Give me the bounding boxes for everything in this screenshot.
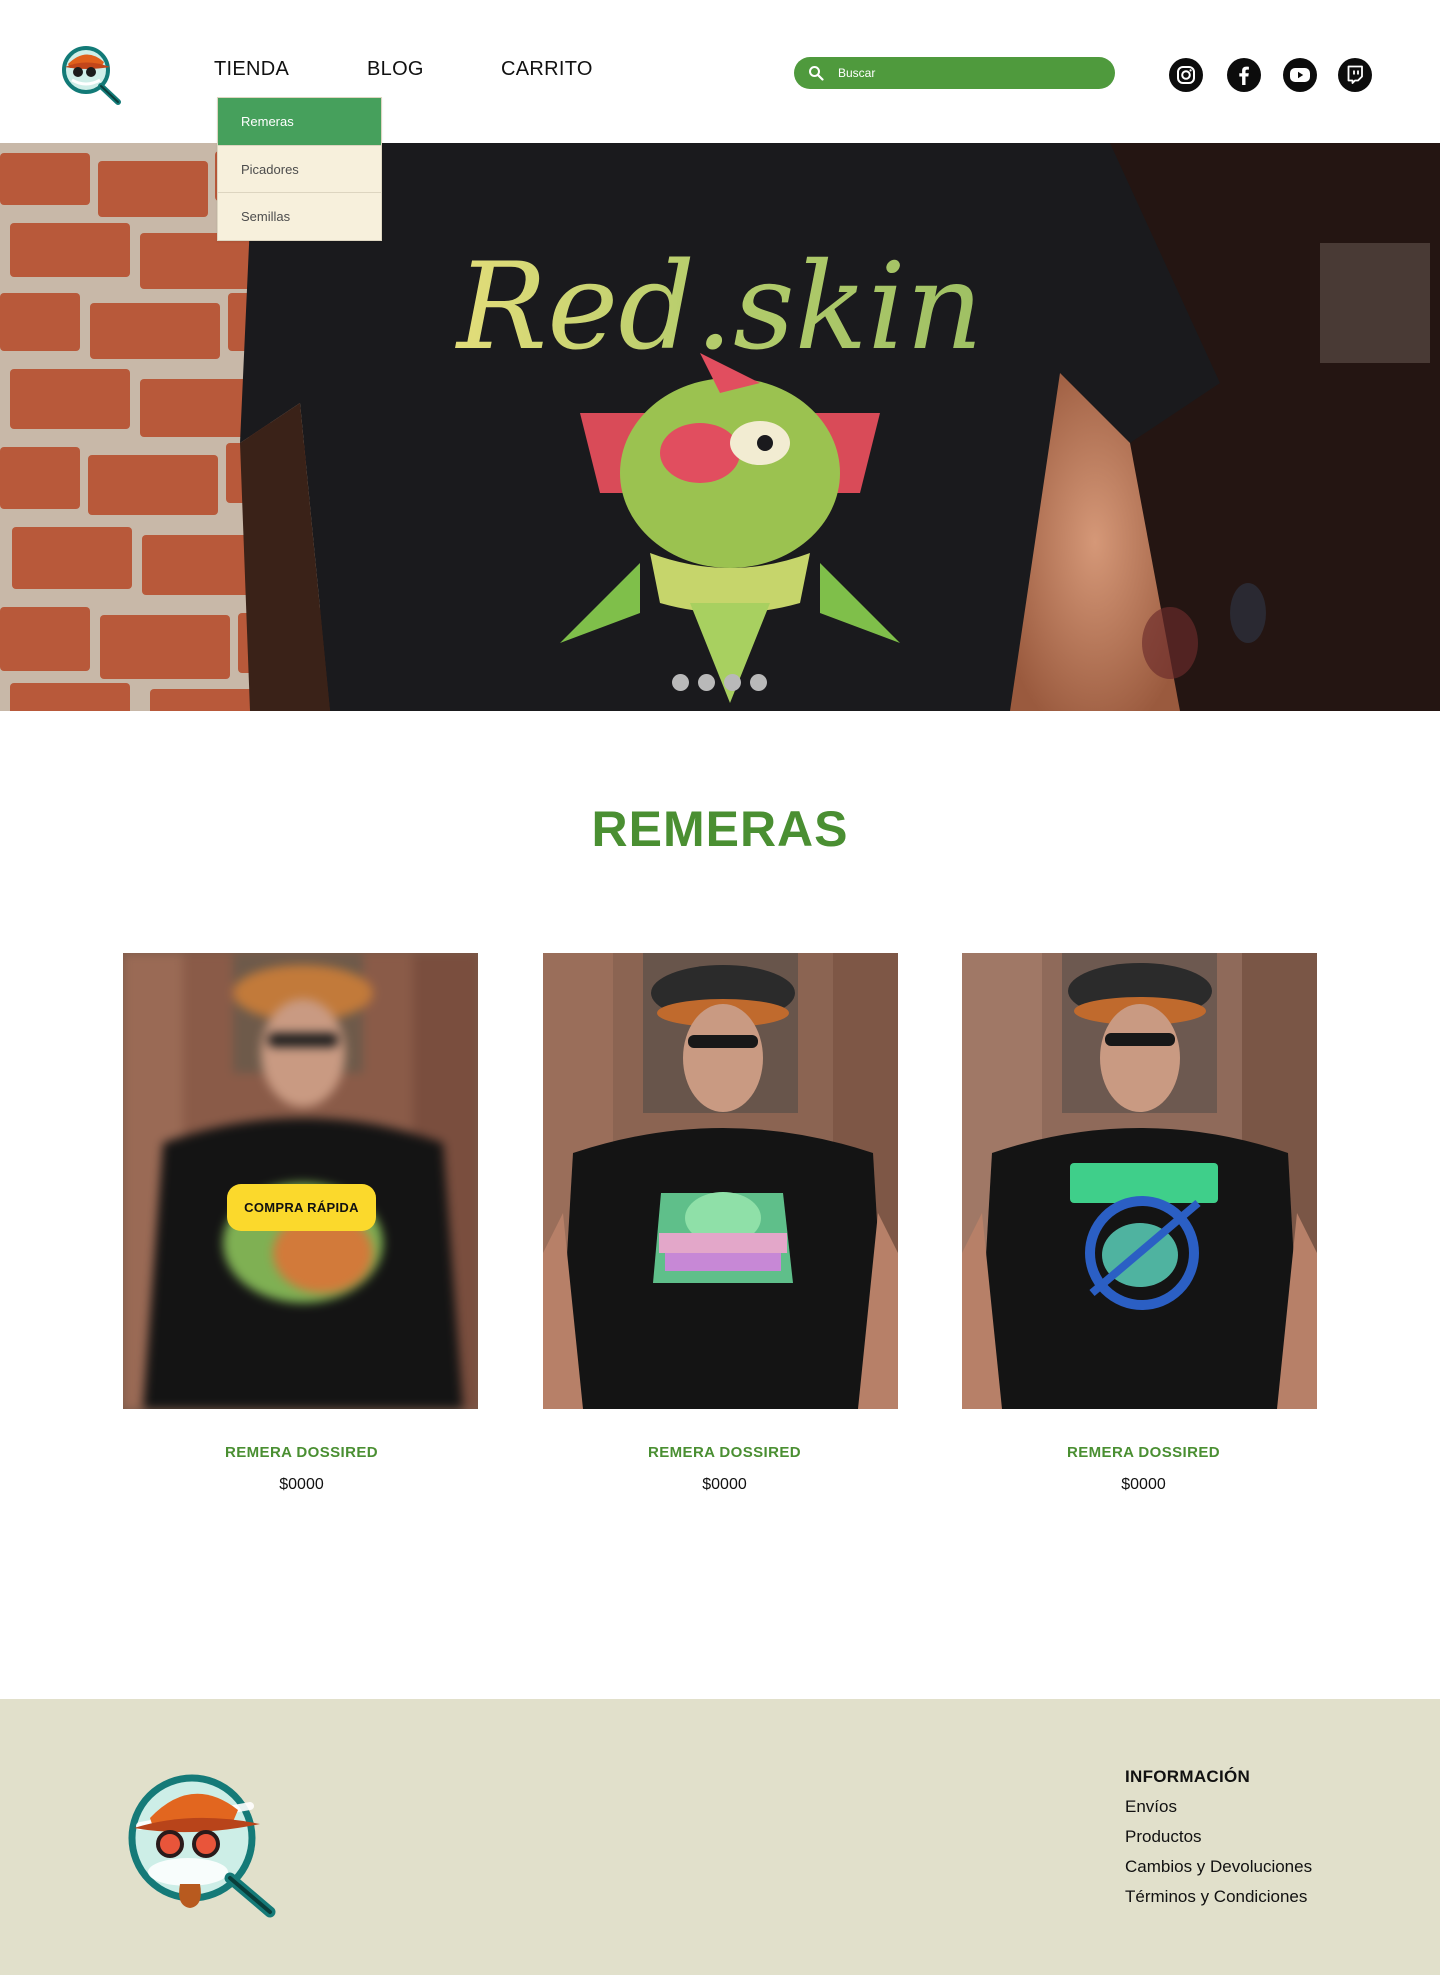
carousel-dots <box>672 674 767 691</box>
hero-banner[interactable]: Red.skin <box>0 143 1440 711</box>
nav-tienda[interactable]: TIENDA <box>214 58 289 81</box>
search-icon[interactable] <box>808 65 824 81</box>
footer-link-productos[interactable]: Productos <box>1125 1827 1312 1847</box>
search-input[interactable] <box>838 66 1088 80</box>
carousel-dot[interactable] <box>672 674 689 691</box>
dropdown-item-picadores[interactable]: Picadores <box>218 146 381 193</box>
facebook-icon[interactable] <box>1227 58 1261 92</box>
dropdown-item-remeras[interactable]: Remeras <box>218 98 381 146</box>
product-name[interactable]: REMERA DOSSIRED <box>966 1444 1321 1461</box>
product-image[interactable] <box>123 953 478 1409</box>
carousel-dot[interactable] <box>750 674 767 691</box>
product-price: $0000 <box>702 1476 747 1493</box>
hero-image: Red.skin <box>0 143 1440 711</box>
site-footer: INFORMACIÓN Envíos Productos Cambios y D… <box>0 1699 1440 1975</box>
search-bar[interactable] <box>794 57 1115 89</box>
footer-link-envios[interactable]: Envíos <box>1125 1797 1312 1817</box>
footer-info-title: INFORMACIÓN <box>1125 1767 1251 1786</box>
footer-link-cambios[interactable]: Cambios y Devoluciones <box>1125 1857 1312 1877</box>
product-image[interactable] <box>962 953 1317 1409</box>
twitch-icon[interactable] <box>1338 58 1372 92</box>
svg-text:Red.skin: Red.skin <box>455 238 983 377</box>
brand-logo[interactable] <box>58 40 124 106</box>
youtube-icon[interactable] <box>1283 58 1317 92</box>
product-price: $0000 <box>1121 1476 1166 1493</box>
product-image[interactable] <box>543 953 898 1409</box>
site-header: TIENDA BLOG CARRITO <box>0 0 1440 143</box>
product-name[interactable]: REMERA DOSSIRED <box>547 1444 902 1461</box>
section-title: REMERAS <box>591 801 849 857</box>
tienda-dropdown-menu: Remeras Picadores Semillas <box>217 97 382 241</box>
product-name[interactable]: REMERA DOSSIRED <box>124 1444 479 1461</box>
footer-logo[interactable] <box>120 1766 282 1918</box>
footer-link-terminos[interactable]: Términos y Condiciones <box>1125 1887 1312 1907</box>
footer-info: INFORMACIÓN Envíos Productos Cambios y D… <box>1125 1767 1312 1917</box>
instagram-icon[interactable] <box>1169 58 1203 92</box>
product-price: $0000 <box>279 1476 324 1493</box>
carousel-dot[interactable] <box>698 674 715 691</box>
nav-carrito[interactable]: CARRITO <box>501 58 593 81</box>
carousel-dot[interactable] <box>724 674 741 691</box>
quick-buy-button[interactable]: COMPRA RÁPIDA <box>227 1184 376 1231</box>
nav-blog[interactable]: BLOG <box>367 58 424 81</box>
dropdown-item-semillas[interactable]: Semillas <box>218 193 381 240</box>
